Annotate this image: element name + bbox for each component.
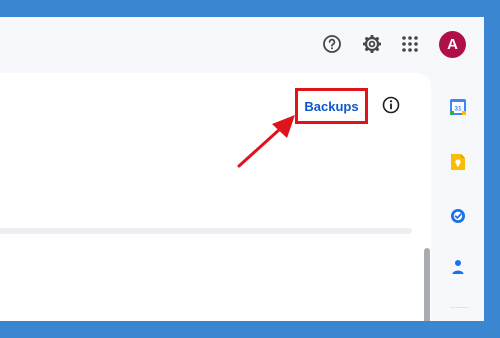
- content-divider: [0, 228, 412, 234]
- backups-link[interactable]: Backups: [295, 88, 368, 124]
- side-panel-divider: [450, 307, 468, 308]
- app-window: A Backups 31: [0, 17, 484, 321]
- settings-gear-icon[interactable]: [357, 29, 387, 59]
- apps-grid-icon[interactable]: [395, 29, 425, 59]
- keep-icon[interactable]: [446, 150, 470, 174]
- account-avatar[interactable]: A: [439, 31, 466, 58]
- main-content: Backups: [0, 73, 431, 321]
- scrollbar[interactable]: [424, 248, 430, 321]
- contacts-icon[interactable]: [446, 255, 470, 279]
- calendar-icon[interactable]: 31: [446, 95, 470, 119]
- tasks-icon[interactable]: [446, 204, 470, 228]
- top-bar: A: [0, 17, 484, 73]
- info-icon[interactable]: [381, 95, 401, 115]
- calendar-day-label: 31: [454, 106, 462, 113]
- annotation-arrow-icon: [237, 115, 295, 168]
- help-icon[interactable]: [317, 29, 347, 59]
